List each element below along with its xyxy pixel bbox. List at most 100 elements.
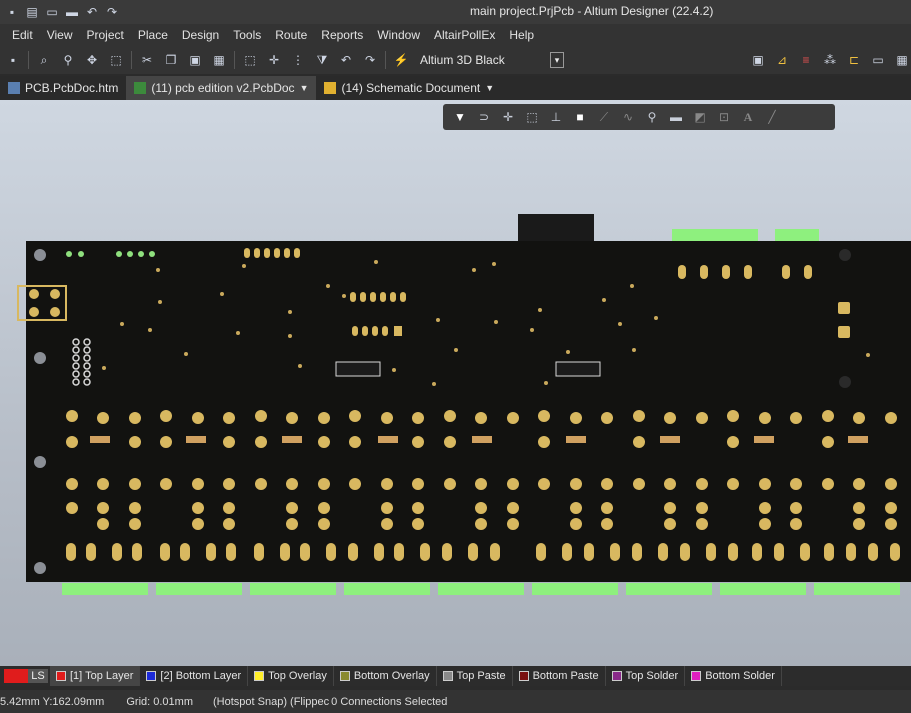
zoom-area-icon[interactable]: ⚲ (59, 51, 77, 69)
component-icon[interactable]: ■ (571, 108, 589, 126)
interactive-route-icon[interactable]: ⟋ (595, 108, 613, 126)
route-icon[interactable]: ⊃ (475, 108, 493, 126)
layer-tab-bottom-solder[interactable]: Bottom Solder (685, 666, 782, 686)
layer-color-swatch (56, 671, 66, 681)
layer-tab-bottom-paste[interactable]: Bottom Paste (513, 666, 606, 686)
layer-tab-top-layer[interactable]: [1] Top Layer (50, 666, 141, 686)
connections-selected: 0 Connections Selected (331, 695, 448, 708)
layer-color-swatch (339, 671, 350, 681)
paste-icon[interactable]: ▣ (186, 51, 204, 69)
layer-tabs: LS [1] Top Layer [2] Bottom Layer Top Ov… (0, 666, 911, 686)
line-icon[interactable]: ╱ (763, 108, 781, 126)
schematic-document-icon (324, 82, 337, 94)
tab-label: PCB.PcbDoc.htm (25, 81, 119, 95)
layer-label: [1] Top Layer (70, 670, 134, 682)
separator (234, 51, 235, 69)
select-rect-icon[interactable]: ⬚ (241, 51, 259, 69)
layer-tab-top-overlay[interactable]: Top Overlay (248, 666, 334, 686)
open-project-icon[interactable]: ▬ (64, 4, 80, 20)
undo-icon[interactable]: ↶ (84, 4, 100, 20)
filter-icon[interactable]: ▼ (451, 108, 469, 126)
tab-pcb-edition-v2[interactable]: (11) pcb edition v2.PcbDoc ▼ (126, 76, 317, 100)
menu-edit[interactable]: Edit (0, 28, 40, 42)
component-icon[interactable]: ⁂ (821, 51, 839, 69)
ic-chip (555, 361, 601, 377)
menu-place[interactable]: Place (131, 28, 175, 42)
save-all-icon[interactable]: ▤ (24, 4, 40, 20)
crosshair-icon[interactable]: ✛ (499, 108, 517, 126)
text-icon[interactable]: A (739, 108, 757, 126)
redo-icon[interactable]: ↷ (361, 51, 379, 69)
save-icon[interactable]: ▪ (4, 4, 20, 20)
tab-pcb-doc-htm[interactable]: PCB.PcbDoc.htm (0, 76, 126, 100)
layer-label: Bottom Solder (705, 670, 775, 682)
ic-chip (335, 361, 381, 377)
keepout-icon[interactable]: ◩ (691, 108, 709, 126)
layer-icon[interactable]: ≡ (797, 51, 815, 69)
menu-tools[interactable]: Tools (226, 28, 268, 42)
layer-tab-top-paste[interactable]: Top Paste (437, 666, 513, 686)
cut-icon[interactable]: ✂ (138, 51, 156, 69)
pcb-canvas[interactable]: ▼ ⊃ ✛ ⬚ ⊥ ■ ⟋ ∿ ⚲ ▬ ◩ ⊡ A ╱ (0, 100, 911, 666)
via-icon[interactable]: ⚲ (643, 108, 661, 126)
zoom-fit-icon[interactable]: ⌕ (35, 51, 53, 69)
chevron-down-icon[interactable]: ▾ (550, 52, 564, 68)
menu-reports[interactable]: Reports (314, 28, 370, 42)
line-icon[interactable]: ⊏ (845, 51, 863, 69)
view-configuration-select[interactable]: Altium 3D Black ▾ (416, 50, 566, 70)
layer-set-swatch (4, 669, 28, 683)
align-icon[interactable]: ⋮ (289, 51, 307, 69)
chevron-down-icon[interactable]: ▼ (300, 83, 309, 93)
select-rect-icon[interactable]: ⬚ (523, 108, 541, 126)
undo-icon[interactable]: ↶ (337, 51, 355, 69)
tab-label: (11) pcb edition v2.PcbDoc (151, 81, 295, 95)
menu-window[interactable]: Window (370, 28, 427, 42)
interactive-routing-icon[interactable]: ⚡ (392, 51, 410, 69)
layer-tab-bottom-overlay[interactable]: Bottom Overlay (334, 666, 437, 686)
menu-help[interactable]: Help (502, 28, 541, 42)
chart-icon[interactable]: ⊿ (773, 51, 791, 69)
rubber-stamp-icon[interactable]: ▦ (210, 51, 228, 69)
layer-label: Top Overlay (268, 670, 327, 682)
top-green-part (775, 229, 819, 243)
document-tabs: PCB.PcbDoc.htm (11) pcb edition v2.PcbDo… (0, 76, 911, 100)
tab-schematic-document[interactable]: (14) Schematic Document ▼ (316, 76, 502, 100)
status-bar: 5.42mm Y:162.09mm Grid: 0.01mm (Hotspot … (0, 690, 911, 713)
view-icon[interactable]: ▭ (869, 51, 887, 69)
copy-icon[interactable]: ❐ (162, 51, 180, 69)
window-title: main project.PrjPcb - Altium Designer (2… (470, 4, 714, 18)
redo-icon[interactable]: ↷ (104, 4, 120, 20)
open-icon[interactable]: ▭ (44, 4, 60, 20)
pcb-board[interactable] (26, 241, 911, 582)
select-area-icon[interactable]: ⬚ (107, 51, 125, 69)
diff-pair-icon[interactable]: ∿ (619, 108, 637, 126)
layer-color-swatch (146, 671, 157, 681)
save-icon[interactable]: ▪ (4, 51, 22, 69)
layer-label: Top Paste (456, 670, 506, 682)
move-icon[interactable]: ✛ (265, 51, 283, 69)
top-connector-housing (518, 214, 594, 244)
menu-design[interactable]: Design (175, 28, 226, 42)
layer-tab-bottom-layer[interactable]: [2] Bottom Layer (140, 666, 249, 686)
align-icon[interactable]: ⊥ (547, 108, 565, 126)
separator (131, 51, 132, 69)
grid-icon[interactable]: ▦ (893, 51, 911, 69)
dimension-icon[interactable]: ⊡ (715, 108, 733, 126)
menu-altairpollex[interactable]: AltairPollEx (427, 28, 502, 42)
menu-view[interactable]: View (40, 28, 80, 42)
menu-bar: Edit View Project Place Design Tools Rou… (0, 24, 911, 46)
title-bar: ▪ ▤ ▭ ▬ ↶ ↷ main project.PrjPcb - Altium… (0, 0, 911, 24)
menu-route[interactable]: Route (268, 28, 314, 42)
layer-tab-top-solder[interactable]: Top Solder (606, 666, 686, 686)
active-bar-toolbar: ▼ ⊃ ✛ ⬚ ⊥ ■ ⟋ ∿ ⚲ ▬ ◩ ⊡ A ╱ (443, 104, 835, 130)
select-icon[interactable]: ✥ (83, 51, 101, 69)
chevron-down-icon[interactable]: ▼ (485, 83, 494, 93)
pcb-board-render[interactable] (0, 100, 911, 666)
filter-toggle-icon[interactable]: ▣ (749, 51, 767, 69)
menu-project[interactable]: Project (79, 28, 130, 42)
clear-filter-icon[interactable]: ⧩ (313, 51, 331, 69)
quick-access-toolbar: ▪ ▤ ▭ ▬ ↶ ↷ (0, 4, 120, 20)
grid-size: Grid: 0.01mm (126, 695, 193, 708)
fill-icon[interactable]: ▬ (667, 108, 685, 126)
layer-set-button[interactable]: LS (4, 669, 50, 683)
